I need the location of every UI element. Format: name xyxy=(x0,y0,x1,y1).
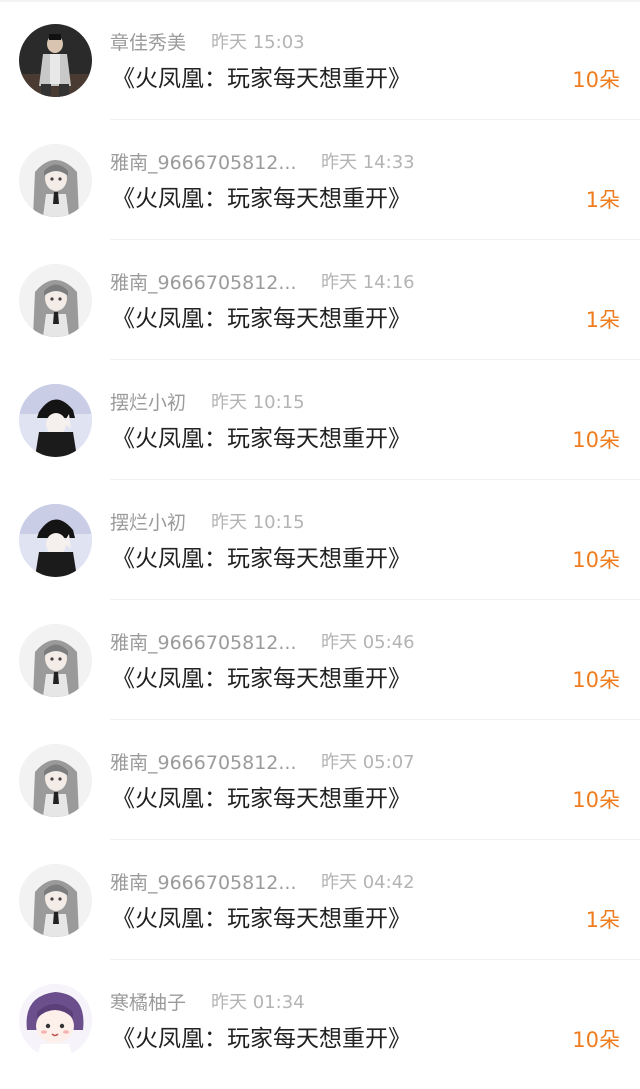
book-title[interactable]: 《火凤凰：玩家每天想重开》 xyxy=(112,62,411,96)
book-title[interactable]: 《火凤凰：玩家每天想重开》 xyxy=(112,422,411,456)
user-line: 雅南_9666705812... 昨天 05:07 xyxy=(110,750,415,776)
user-avatar[interactable] xyxy=(19,384,92,457)
gift-amount: 1朵 xyxy=(585,188,620,212)
gift-amount: 10朵 xyxy=(572,668,620,692)
book-title[interactable]: 《火凤凰：玩家每天想重开》 xyxy=(112,662,411,696)
gift-time: 昨天 05:07 xyxy=(321,752,415,773)
user-name[interactable]: 摆烂小初 xyxy=(110,512,186,534)
gift-amount: 10朵 xyxy=(572,68,620,92)
gift-record-row[interactable]: 雅南_9666705812... 昨天 14:16 《火凤凰：玩家每天想重开》 … xyxy=(0,240,640,360)
gift-amount: 10朵 xyxy=(572,548,620,572)
user-name[interactable]: 雅南_9666705812... xyxy=(110,272,297,294)
gift-time: 昨天 14:16 xyxy=(321,272,415,293)
gift-record-row[interactable]: 摆烂小初 昨天 10:15 《火凤凰：玩家每天想重开》 10朵 xyxy=(0,480,640,600)
gift-time: 昨天 14:33 xyxy=(321,152,415,173)
user-name[interactable]: 摆烂小初 xyxy=(110,392,186,414)
user-avatar[interactable] xyxy=(19,744,92,817)
gift-amount: 1朵 xyxy=(585,908,620,932)
gift-time: 昨天 01:34 xyxy=(211,992,305,1013)
avatar-black-hat-girl xyxy=(19,384,92,457)
user-line: 雅南_9666705812... 昨天 04:42 xyxy=(110,870,415,896)
gift-record-row[interactable]: 摆烂小初 昨天 10:15 《火凤凰：玩家每天想重开》 10朵 xyxy=(0,360,640,480)
user-avatar[interactable] xyxy=(19,984,92,1057)
user-name[interactable]: 章佳秀美 xyxy=(110,32,186,54)
gift-amount: 10朵 xyxy=(572,1028,620,1052)
user-avatar[interactable] xyxy=(19,504,92,577)
user-name[interactable]: 雅南_9666705812... xyxy=(110,872,297,894)
user-line: 章佳秀美 昨天 15:03 xyxy=(110,30,305,56)
gift-time: 昨天 10:15 xyxy=(211,392,305,413)
book-title[interactable]: 《火凤凰：玩家每天想重开》 xyxy=(112,902,411,936)
book-title[interactable]: 《火凤凰：玩家每天想重开》 xyxy=(112,542,411,576)
avatar-black-hat-girl xyxy=(19,504,92,577)
avatar-grey-hair-girl xyxy=(19,744,92,817)
gift-record-row[interactable]: 寒橘柚子 昨天 01:34 《火凤凰：玩家每天想重开》 10朵 xyxy=(0,960,640,1080)
user-name[interactable]: 雅南_9666705812... xyxy=(110,752,297,774)
book-title[interactable]: 《火凤凰：玩家每天想重开》 xyxy=(112,782,411,816)
user-line: 摆烂小初 昨天 10:15 xyxy=(110,390,305,416)
gift-time: 昨天 15:03 xyxy=(211,32,305,53)
user-avatar[interactable] xyxy=(19,864,92,937)
user-avatar[interactable] xyxy=(19,264,92,337)
avatar-grey-hair-girl xyxy=(19,264,92,337)
user-name[interactable]: 雅南_9666705812... xyxy=(110,632,297,654)
gift-amount: 10朵 xyxy=(572,788,620,812)
gift-record-row[interactable]: 雅南_9666705812... 昨天 05:46 《火凤凰：玩家每天想重开》 … xyxy=(0,600,640,720)
gift-record-row[interactable]: 雅南_9666705812... 昨天 14:33 《火凤凰：玩家每天想重开》 … xyxy=(0,120,640,240)
book-title[interactable]: 《火凤凰：玩家每天想重开》 xyxy=(112,1022,411,1056)
user-avatar[interactable] xyxy=(19,624,92,697)
avatar-dark-figure xyxy=(19,24,92,97)
user-line: 雅南_9666705812... 昨天 05:46 xyxy=(110,630,415,656)
user-avatar[interactable] xyxy=(19,144,92,217)
user-line: 雅南_9666705812... 昨天 14:16 xyxy=(110,270,415,296)
gift-record-row[interactable]: 章佳秀美 昨天 15:03 《火凤凰：玩家每天想重开》 10朵 xyxy=(0,0,640,120)
user-name[interactable]: 寒橘柚子 xyxy=(110,992,186,1014)
gift-record-row[interactable]: 雅南_9666705812... 昨天 05:07 《火凤凰：玩家每天想重开》 … xyxy=(0,720,640,840)
gift-time: 昨天 04:42 xyxy=(321,872,415,893)
book-title[interactable]: 《火凤凰：玩家每天想重开》 xyxy=(112,182,411,216)
gift-record-row[interactable]: 雅南_9666705812... 昨天 04:42 《火凤凰：玩家每天想重开》 … xyxy=(0,840,640,960)
gift-amount: 1朵 xyxy=(585,308,620,332)
gift-time: 昨天 10:15 xyxy=(211,512,305,533)
avatar-grey-hair-girl xyxy=(19,624,92,697)
user-avatar[interactable] xyxy=(19,24,92,97)
user-line: 寒橘柚子 昨天 01:34 xyxy=(110,990,305,1016)
avatar-grey-hair-girl xyxy=(19,144,92,217)
gift-record-list: 章佳秀美 昨天 15:03 《火凤凰：玩家每天想重开》 10朵 雅南_96667… xyxy=(0,0,640,1089)
user-name[interactable]: 雅南_9666705812... xyxy=(110,152,297,174)
avatar-grey-hair-girl xyxy=(19,864,92,937)
gift-amount: 10朵 xyxy=(572,428,620,452)
gift-time: 昨天 05:46 xyxy=(321,632,415,653)
user-line: 摆烂小初 昨天 10:15 xyxy=(110,510,305,536)
book-title[interactable]: 《火凤凰：玩家每天想重开》 xyxy=(112,302,411,336)
avatar-purple-hair-cartoon xyxy=(19,984,92,1057)
user-line: 雅南_9666705812... 昨天 14:33 xyxy=(110,150,415,176)
